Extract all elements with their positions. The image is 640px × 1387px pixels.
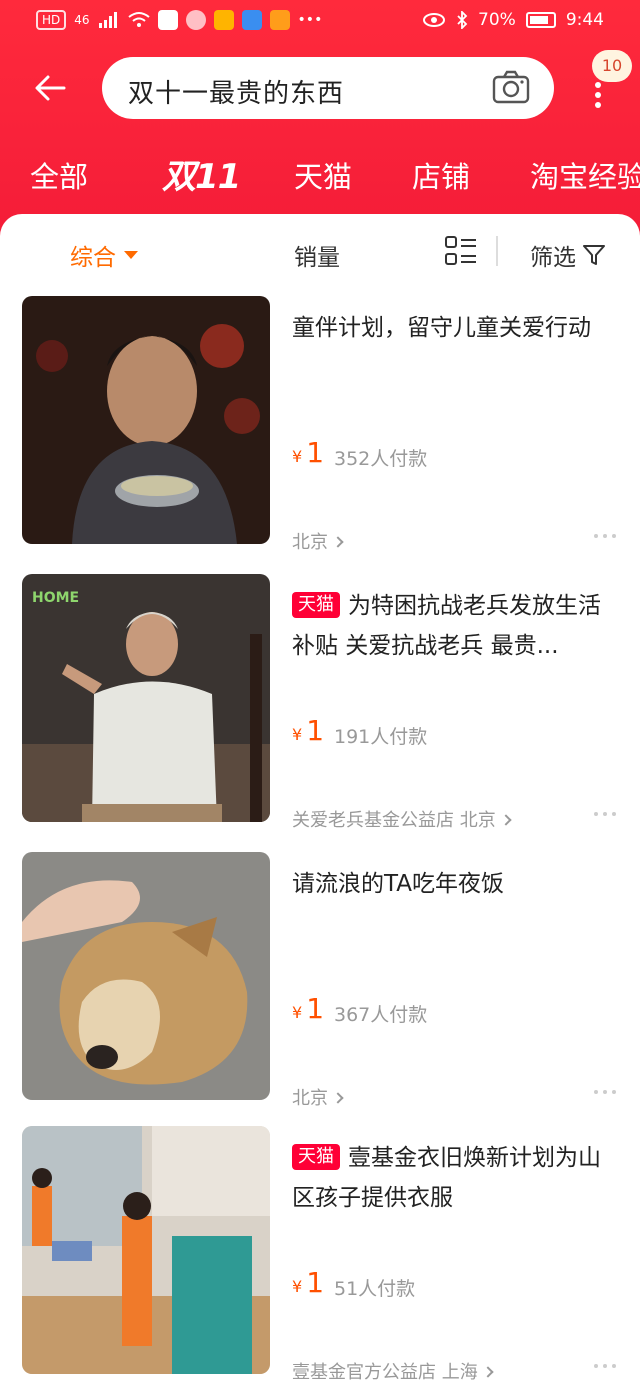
more-options-icon[interactable] (594, 1364, 616, 1370)
status-right: 70% 9:44 (422, 10, 604, 30)
product-title[interactable]: 请流浪的TA吃年夜饭 (292, 864, 612, 904)
product-title[interactable]: 天猫 壹基金衣旧焕新计划为山区孩子提供衣服 (292, 1138, 612, 1218)
location-text: 北京 (292, 532, 328, 553)
product-image[interactable]: HOME (22, 574, 270, 822)
eye-icon (423, 13, 446, 27)
filter-label: 筛选 (530, 245, 576, 271)
filter-funnel-icon (583, 245, 605, 265)
product-price: ¥1 (292, 714, 324, 747)
back-arrow-icon[interactable] (30, 68, 70, 108)
price-value: 1 (306, 1266, 325, 1299)
list-layout-icon[interactable] (444, 235, 478, 267)
tmall-badge: 天猫 (292, 592, 340, 618)
product-location[interactable]: 壹基金官方公益店 上海 (292, 1358, 494, 1384)
status-left: HD 46 ••• (36, 10, 322, 30)
divider (496, 236, 498, 266)
more-notifications-icon: ••• (297, 12, 323, 28)
product-title[interactable]: 天猫 为特困抗战老兵发放生活补贴 关爱抗战老兵 最贵... (292, 586, 612, 666)
product-price: ¥1 (292, 992, 324, 1025)
battery-icon (525, 12, 556, 28)
currency-symbol: ¥ (292, 1277, 303, 1296)
product-title-text: 童伴计划，留守儿童关爱行动 (292, 315, 591, 341)
signal-icon (98, 12, 117, 28)
chevron-right-icon (332, 1092, 344, 1104)
more-options-icon[interactable] (594, 812, 616, 818)
sort-overall-label: 综合 (70, 245, 116, 271)
location-text: 北京 (292, 1088, 328, 1109)
product-image[interactable] (22, 1126, 270, 1374)
battery-percent: 70% (478, 10, 516, 30)
tmall-badge: 天猫 (292, 1144, 340, 1170)
chevron-right-icon (332, 536, 344, 548)
sort-sales-button[interactable]: 销量 (294, 238, 340, 272)
product-title-text: 请流浪的TA吃年夜饭 (292, 871, 504, 897)
app-notification-icon (269, 10, 290, 30)
more-menu-button[interactable]: 10 (578, 50, 632, 112)
price-value: 1 (306, 714, 325, 747)
tab-tmall[interactable]: 天猫 (294, 154, 352, 196)
currency-symbol: ¥ (292, 725, 303, 744)
sort-bar: 综合 销量 筛选 (0, 214, 640, 288)
location-text: 壹基金官方公益店 上海 (292, 1362, 478, 1383)
paid-count: 352人付款 (334, 448, 428, 470)
chevron-right-icon (500, 814, 512, 826)
product-location[interactable]: 北京 (292, 528, 344, 554)
product-image[interactable] (22, 296, 270, 544)
product-image[interactable] (22, 852, 270, 1100)
more-vertical-icon (592, 82, 604, 112)
tab-all[interactable]: 全部 (30, 154, 88, 196)
product-location[interactable]: 关爱老兵基金公益店 北京 (292, 806, 512, 832)
sort-overall-button[interactable]: 综合 (70, 238, 138, 272)
product-item[interactable]: 童伴计划，留守儿童关爱行动 ¥1 352人付款 北京 (0, 296, 640, 560)
app-notification-icon (241, 10, 262, 30)
clock: 9:44 (565, 10, 604, 30)
more-options-icon[interactable] (594, 1090, 616, 1096)
paid-count: 51人付款 (334, 1278, 416, 1300)
category-tabs: 全部 双11 天猫 店铺 淘宝经验 (0, 146, 640, 202)
product-price: ¥1 (292, 436, 324, 469)
results-panel: 综合 销量 筛选 童伴计划，留守儿童关爱行动 ¥ 1 352人付款 北京 HOM… (0, 214, 640, 1387)
tab-double11[interactable]: 双11 (162, 149, 241, 198)
chevron-right-icon (482, 1366, 494, 1378)
price-value: 1 (306, 436, 325, 469)
product-item[interactable]: 请流浪的TA吃年夜饭 ¥1 367人付款 北京 (0, 852, 640, 1116)
signal-label: 46 (74, 13, 90, 27)
qq-icon (185, 10, 206, 30)
currency-symbol: ¥ (292, 1003, 303, 1022)
tab-shops[interactable]: 店铺 (412, 154, 470, 196)
paid-count: 191人付款 (334, 726, 428, 748)
network-type: HD (36, 10, 67, 30)
status-bar: HD 46 ••• 70% 9:44 (0, 0, 640, 44)
search-input[interactable]: 双十一最贵的东西 (102, 57, 554, 119)
filter-button[interactable]: 筛选 (530, 238, 606, 272)
bluetooth-icon (457, 11, 468, 29)
app-notification-icon (213, 10, 234, 30)
wifi-icon (127, 12, 150, 27)
camera-icon[interactable] (492, 69, 530, 105)
search-query: 双十一最贵的东西 (128, 79, 345, 109)
product-item[interactable]: HOME 天猫 为特困抗战老兵发放生活补贴 关爱抗战老兵 最贵... ¥1 191… (0, 574, 640, 838)
paid-count: 367人付款 (334, 1004, 428, 1026)
currency-symbol: ¥ (292, 447, 303, 466)
more-options-icon[interactable] (594, 534, 616, 540)
product-location[interactable]: 北京 (292, 1084, 344, 1110)
tab-taobao-experience[interactable]: 淘宝经验 (530, 154, 640, 196)
product-price: ¥1 (292, 1266, 324, 1299)
home-logo: HOME (32, 590, 79, 606)
location-text: 关爱老兵基金公益店 北京 (292, 810, 496, 831)
product-title[interactable]: 童伴计划，留守儿童关爱行动 (292, 308, 612, 348)
app-notification-icon (157, 10, 178, 30)
price-value: 1 (306, 992, 325, 1025)
product-item[interactable]: 天猫 壹基金衣旧焕新计划为山区孩子提供衣服 ¥1 51人付款 壹基金官方公益店 上… (0, 1126, 640, 1387)
caret-down-icon (124, 251, 138, 259)
message-badge: 10 (592, 50, 632, 82)
header: HD 46 ••• 70% 9:44 双十一最贵的东西 10 全部 双11 天猫… (0, 0, 640, 240)
